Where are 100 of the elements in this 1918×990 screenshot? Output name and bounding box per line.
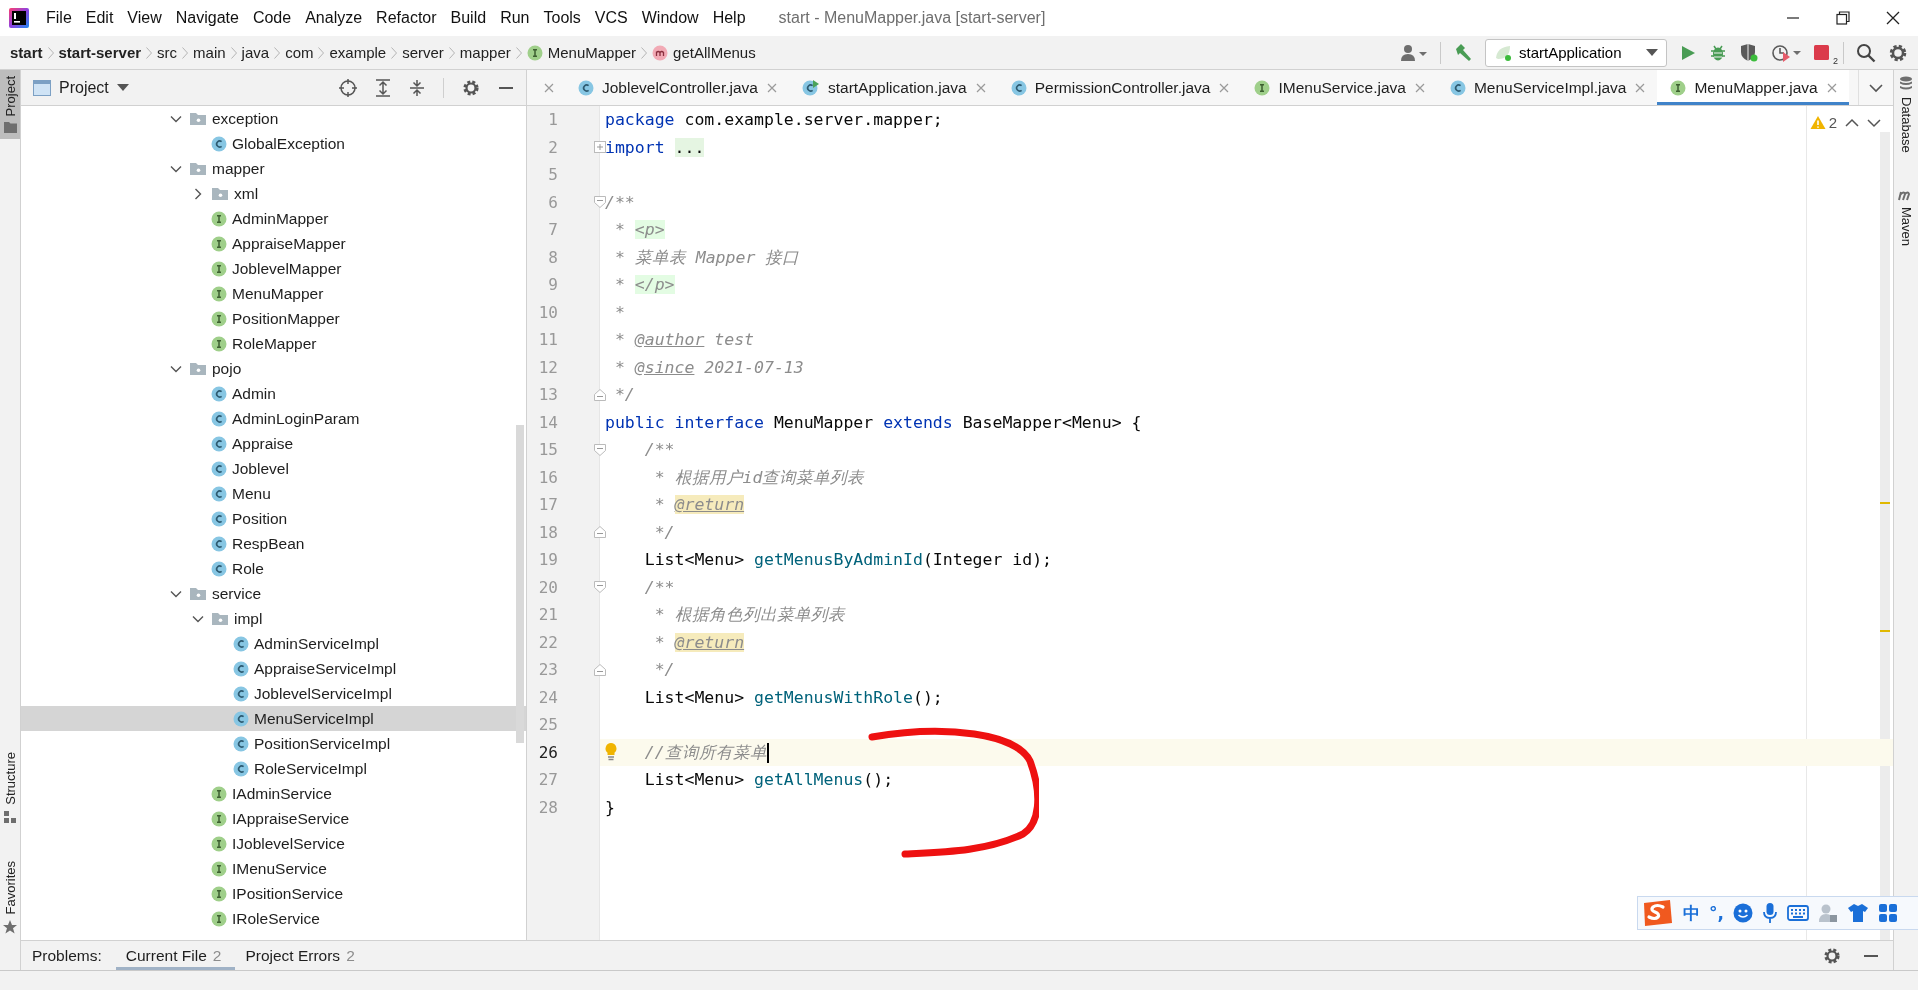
fold-end-icon[interactable]	[594, 526, 606, 539]
problems-tab[interactable]: Project Errors 2	[235, 941, 369, 970]
run-configuration-dropdown[interactable]: startApplication	[1485, 38, 1667, 67]
tree-item[interactable]: AdminMapper	[21, 206, 526, 231]
breadcrumb[interactable]: java	[241, 44, 270, 61]
settings-icon[interactable]	[462, 78, 480, 97]
tree-item[interactable]: MenuMapper	[21, 281, 526, 306]
tree-item[interactable]: service	[21, 581, 526, 606]
tree-item[interactable]: IRoleService	[21, 906, 526, 931]
previous-icon[interactable]	[1845, 117, 1859, 128]
fold-start-icon[interactable]	[594, 581, 606, 594]
top-bar-command[interactable]: Code	[245, 9, 299, 27]
coverage-icon[interactable]	[1739, 42, 1759, 63]
next-icon[interactable]	[1867, 117, 1881, 128]
stop-icon[interactable]	[1813, 43, 1831, 62]
breadcrumb[interactable]: com	[285, 44, 314, 61]
tree-item[interactable]: IPositionService	[21, 881, 526, 906]
tree-item[interactable]: exception	[21, 106, 526, 131]
search-icon[interactable]	[1856, 42, 1876, 63]
debug-icon[interactable]	[1709, 43, 1727, 62]
tree-item[interactable]: Role	[21, 556, 526, 581]
top-bar-command[interactable]: Navigate	[168, 9, 246, 27]
tool-window-button[interactable]: Structure	[0, 745, 20, 829]
tree-item[interactable]: Joblevel	[21, 456, 526, 481]
tree-item[interactable]: PositionMapper	[21, 306, 526, 331]
top-bar-command[interactable]: Tools	[536, 9, 588, 27]
tree-item[interactable]: RoleServiceImpl	[21, 756, 526, 781]
editor-tab[interactable]: PermissionController.java	[997, 70, 1242, 105]
tool-window-button[interactable]: Maven	[1894, 182, 1918, 276]
tree-item[interactable]: IMenuService	[21, 856, 526, 881]
tree-item[interactable]: AdminServiceImpl	[21, 631, 526, 656]
editor-tab[interactable]: MenuMapper.java	[1657, 70, 1849, 105]
editor-tab[interactable]: IMenuService.java	[1241, 70, 1437, 105]
tab-list-icon[interactable]	[1869, 82, 1883, 93]
database-icon	[1899, 76, 1913, 91]
tree-item[interactable]: IAppraiseService	[21, 806, 526, 831]
top-bar-command[interactable]: Edit	[78, 9, 121, 27]
tree-item[interactable]: JoblevelMapper	[21, 256, 526, 281]
fold-end-icon[interactable]	[594, 663, 606, 676]
tree-item[interactable]: PositionServiceImpl	[21, 731, 526, 756]
tree-item[interactable]: AppraiseServiceImpl	[21, 656, 526, 681]
tree-item[interactable]: AdminLoginParam	[21, 406, 526, 431]
breadcrumb[interactable]: src	[157, 44, 178, 61]
breadcrumb[interactable]: server	[402, 44, 444, 61]
breadcrumb[interactable]: getAllMenus	[652, 44, 756, 61]
top-bar-command[interactable]: Build	[443, 9, 494, 27]
top-bar-command[interactable]: Help	[705, 9, 753, 27]
tree-item[interactable]: JoblevelServiceImpl	[21, 681, 526, 706]
tree-item[interactable]: MenuServiceImpl	[21, 706, 526, 731]
tree-item[interactable]: IJoblevelService	[21, 831, 526, 856]
breadcrumb[interactable]: start	[10, 44, 43, 61]
top-bar-command[interactable]: Analyze	[298, 9, 370, 27]
settings-icon[interactable]	[1823, 946, 1841, 965]
warning-count[interactable]: 2	[1809, 114, 1837, 131]
tree-item[interactable]: Admin	[21, 381, 526, 406]
run-icon[interactable]	[1679, 43, 1697, 62]
editor-tab[interactable]: MenuServiceImpl.java	[1436, 70, 1658, 105]
tree-item[interactable]: IAdminService	[21, 781, 526, 806]
tree-item[interactable]: mapper	[21, 156, 526, 181]
fold-end-icon[interactable]	[594, 388, 606, 401]
tree-item[interactable]: RoleMapper	[21, 331, 526, 356]
hammer-icon[interactable]	[1453, 42, 1473, 63]
tree-item[interactable]: Position	[21, 506, 526, 531]
tree-item[interactable]: Appraise	[21, 431, 526, 456]
breadcrumb[interactable]: main	[193, 44, 226, 61]
breadcrumb[interactable]: start-server	[58, 44, 142, 61]
top-bar-command[interactable]: View	[120, 9, 169, 27]
breadcrumb[interactable]: MenuMapper	[526, 44, 637, 61]
top-bar-command[interactable]: Refactor	[369, 9, 444, 27]
tree-item[interactable]: Menu	[21, 481, 526, 506]
profiler-icon[interactable]	[1771, 42, 1801, 63]
intention-bulb-icon[interactable]	[604, 741, 618, 762]
tool-window-button[interactable]: Project	[0, 70, 20, 140]
tree-item[interactable]: RespBean	[21, 531, 526, 556]
breadcrumb[interactable]: example	[329, 44, 387, 61]
scrollbar-thumb[interactable]	[516, 425, 524, 743]
fold-start-icon[interactable]	[594, 196, 606, 209]
project-view-dropdown[interactable]: Project	[33, 78, 129, 97]
locate-icon[interactable]	[339, 78, 357, 97]
close-icon[interactable]	[1886, 11, 1900, 25]
tree-item[interactable]: GlobalException	[21, 131, 526, 156]
top-bar-command[interactable]: Window	[634, 9, 706, 27]
restore-icon[interactable]	[1836, 11, 1850, 25]
fold-start-icon[interactable]	[594, 443, 606, 456]
editor-tab[interactable]: JoblevelController.java	[565, 70, 789, 105]
top-bar-command[interactable]: VCS	[587, 9, 635, 27]
tree-item[interactable]: xml	[21, 181, 526, 206]
collapse-all-icon[interactable]	[409, 78, 425, 97]
tool-window-button[interactable]: Favorites	[0, 854, 20, 940]
settings-icon[interactable]	[1888, 42, 1908, 63]
breadcrumb[interactable]: mapper	[459, 44, 511, 61]
editor-tab[interactable]: startApplication.java	[788, 70, 998, 105]
user-dropdown-icon[interactable]	[1400, 43, 1428, 62]
top-bar-command[interactable]: File	[39, 9, 79, 27]
tool-window-button[interactable]: Database	[1894, 70, 1918, 183]
tree-item[interactable]: impl	[21, 606, 526, 631]
expand-all-icon[interactable]	[375, 78, 391, 97]
top-bar-command[interactable]: Run	[493, 9, 537, 27]
tree-item[interactable]: pojo	[21, 356, 526, 381]
tree-item[interactable]: AppraiseMapper	[21, 231, 526, 256]
